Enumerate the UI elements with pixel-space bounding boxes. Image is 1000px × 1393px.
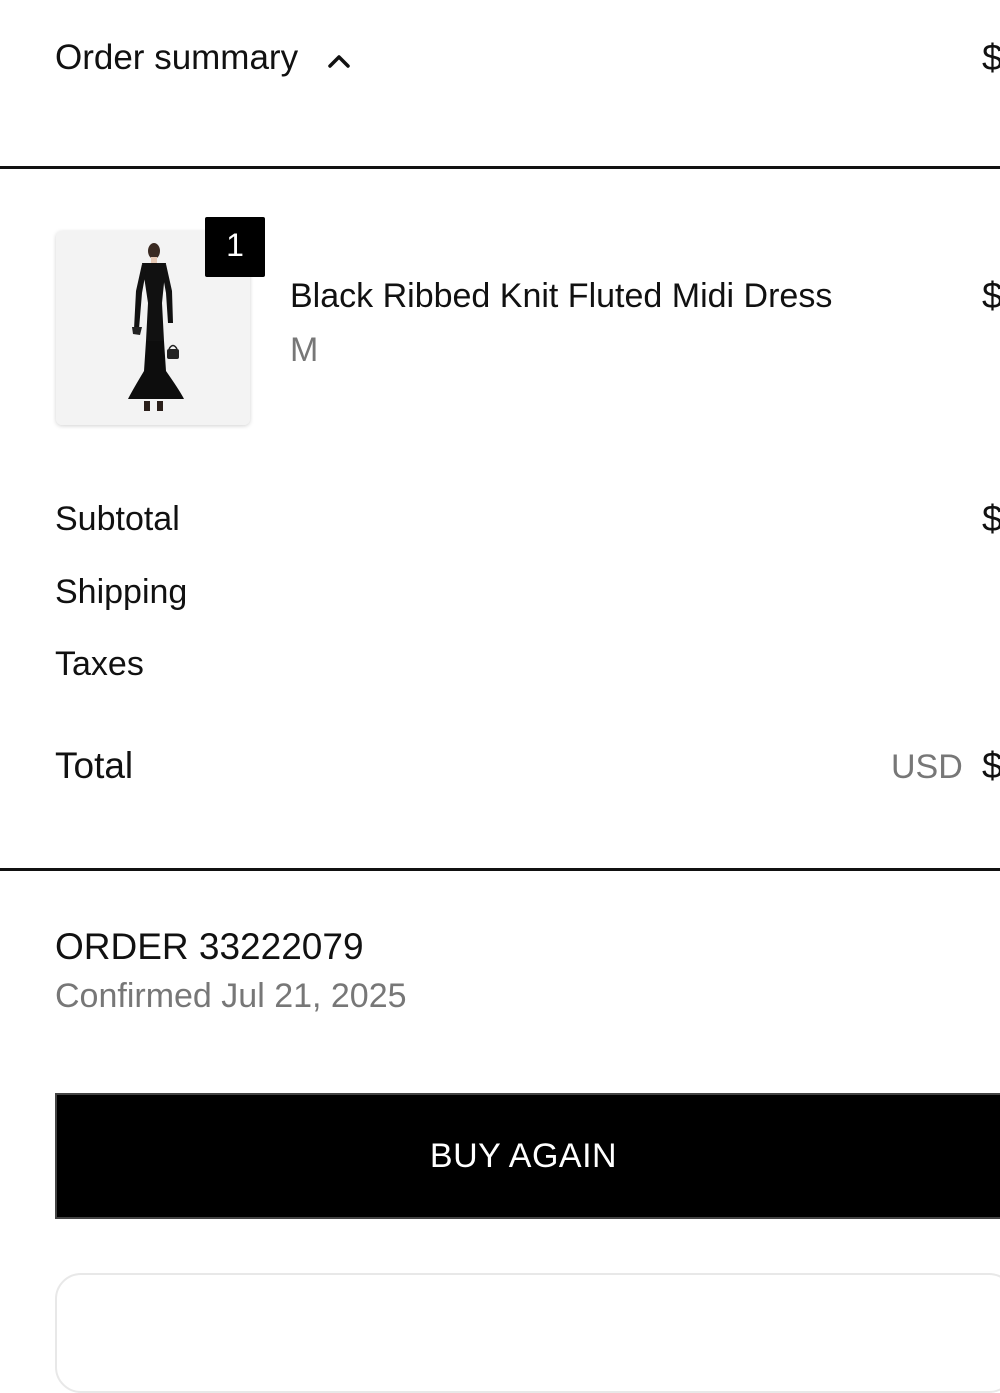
info-card: [55, 1273, 1000, 1393]
shipping-label: Shipping: [55, 573, 188, 611]
order-confirmed-date: Confirmed Jul 21, 2025: [55, 977, 407, 1015]
divider: [0, 166, 1000, 169]
total-label: Total: [55, 745, 134, 786]
buy-again-button[interactable]: BUY AGAIN: [55, 1093, 1000, 1219]
total-value-peek: $: [982, 745, 1000, 786]
order-summary-toggle[interactable]: Order summary $: [0, 0, 1000, 168]
quantity-badge: 1: [205, 217, 265, 277]
total-currency: USD: [891, 748, 963, 786]
subtotal-label: Subtotal: [55, 500, 180, 538]
chevron-up-icon: [328, 55, 350, 68]
subtotal-value-peek: $: [982, 498, 1000, 539]
taxes-label: Taxes: [55, 645, 144, 683]
product-price-peek: $: [982, 275, 1000, 316]
order-number: ORDER 33222079: [55, 926, 364, 967]
order-summary-title: Order summary: [55, 38, 299, 77]
order-summary-total-peek: $: [982, 37, 1000, 78]
divider: [0, 868, 1000, 871]
product-name: Black Ribbed Knit Fluted Midi Dress: [290, 277, 833, 315]
product-variant: M: [290, 331, 319, 369]
